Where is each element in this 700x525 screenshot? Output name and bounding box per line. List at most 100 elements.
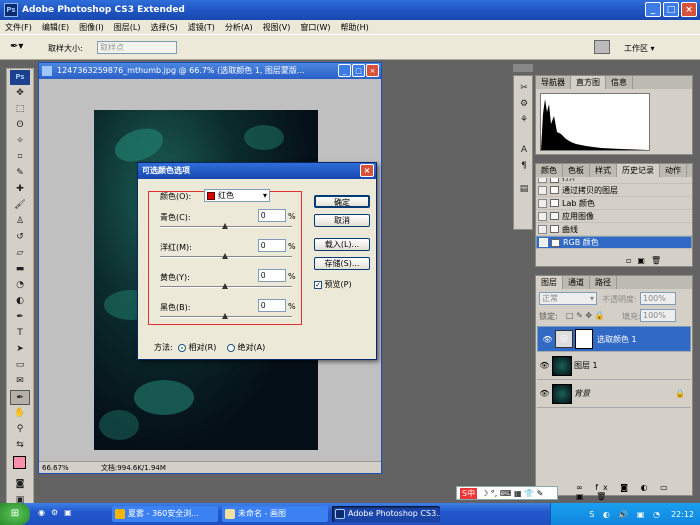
shape-tool-icon[interactable]: ▭ [10,358,30,373]
ok-button[interactable]: 确定 [314,195,370,208]
menu-image[interactable]: 图像(I) [74,22,109,33]
lasso-tool-icon[interactable]: ʘ [10,118,30,133]
history-item-selected[interactable]: RGB 颜色 [536,236,692,249]
doc-minimize-button[interactable]: _ [338,64,351,77]
menu-edit[interactable]: 编辑(E) [37,22,74,33]
menu-filter[interactable]: 滤镜(T) [183,22,220,33]
clock[interactable]: 22:12 [671,510,694,519]
palette-well-icon[interactable] [594,40,610,54]
layer-comps-icon[interactable]: ▤ [514,182,534,197]
black-slider-thumb[interactable] [222,313,228,319]
menu-layer[interactable]: 图层(L) [109,22,146,33]
cancel-button[interactable]: 取消 [314,214,370,227]
start-button[interactable]: ⊞ [0,503,30,525]
dodge-tool-icon[interactable]: ◐ [10,294,30,309]
doc-info[interactable]: 文档:994.6K/1.94M [101,464,166,472]
tab-histogram[interactable]: 直方图 [571,76,606,89]
cyan-input[interactable] [258,209,286,222]
task-photoshop[interactable]: Adobe Photoshop CS3... [332,506,440,522]
ime-toolbar[interactable]: S中 ☽ °, ⌨ ▦ 👕 ✎ [456,486,558,500]
doc-maximize-button[interactable]: □ [352,64,365,77]
color-select[interactable]: 红色 ▾ [204,189,270,202]
lock-icons[interactable]: □ ✎ ✥ 🔒 [566,311,605,320]
opacity-field[interactable]: 100% [640,292,676,305]
quick-launch-icons[interactable]: ◉⚙▣ [38,508,78,517]
gradient-tool-icon[interactable]: ▬ [10,262,30,277]
slice-tool-icon[interactable]: ✎ [10,166,30,181]
yellow-slider-thumb[interactable] [222,283,228,289]
tab-paths[interactable]: 路径 [590,276,617,289]
history-footer-icons[interactable]: ▫▣🗑 [626,256,667,265]
foreground-color-swatch[interactable] [10,456,30,476]
eyedropper-tool-icon[interactable]: ✒ [10,390,30,405]
history-item[interactable]: 曲线 [536,223,692,236]
tab-actions[interactable]: 动作 [660,164,687,177]
workspace-menu[interactable]: 工作区 ▾ [624,43,655,54]
zoom-tool-icon[interactable]: ⚲ [10,422,30,437]
preview-checkbox[interactable]: ✓ 预览(P) [314,279,352,290]
history-item[interactable]: Lab 颜色 [536,197,692,210]
move-tool-icon[interactable]: ✥ [10,86,30,101]
history-item[interactable]: 应用图像 [536,210,692,223]
close-button[interactable]: × [681,2,697,17]
task-browser[interactable]: 夏雾 - 360安全浏... [112,506,218,522]
minimize-button[interactable]: _ [645,2,661,17]
tab-layers[interactable]: 图层 [536,276,563,289]
magenta-input[interactable] [258,239,286,252]
maximize-button[interactable]: □ [663,2,679,17]
save-button[interactable]: 存储(S)... [314,257,370,270]
eyedropper-icon[interactable]: ✒▾ [10,41,23,52]
load-button[interactable]: 载入(L)... [314,238,370,251]
tab-color[interactable]: 颜色 [536,164,563,177]
layers-footer-icons[interactable]: ∞ fx ◙ ◐ ▭ ▣ 🗑 [576,483,692,501]
layer-mask-thumb[interactable] [575,329,593,349]
tab-info[interactable]: 信息 [606,76,633,89]
tab-channels[interactable]: 通道 [563,276,590,289]
history-brush-icon[interactable]: ↺ [10,230,30,245]
blend-mode-select[interactable]: 正常 ▾ [539,292,597,305]
marquee-tool-icon[interactable]: ⬚ [10,102,30,117]
blur-tool-icon[interactable]: ◔ [10,278,30,293]
task-paint[interactable]: 未命名 - 画图 [222,506,328,522]
clone-source-icon[interactable]: ⚘ [514,113,534,128]
document-title[interactable]: 1247363259876_mthumb.jpg @ 66.7% (选取颜色 1… [39,63,381,79]
absolute-radio[interactable]: 绝对(A) [227,342,265,353]
tray-icons[interactable]: S ◐ 🔊 ▣ ◔ [589,510,663,519]
yellow-input[interactable] [258,269,286,282]
tab-swatches[interactable]: 色板 [563,164,590,177]
type-tool-icon[interactable]: T [10,326,30,341]
visibility-eye-icon[interactable]: 👁 [537,389,552,398]
sample-size-select[interactable]: 取样点 [97,41,177,54]
tab-styles[interactable]: 样式 [590,164,617,177]
brush-tool-icon[interactable]: 🖌 [10,198,30,213]
tab-navigator[interactable]: 导航器 [536,76,571,89]
stamp-tool-icon[interactable]: ♙ [10,214,30,229]
brushes-icon[interactable]: ⚙ [514,97,534,112]
quick-mask-icon[interactable]: ◙ [10,477,30,492]
layer-row-background[interactable]: 👁 背景 🔒 [537,380,691,408]
dialog-close-button[interactable]: × [360,164,374,177]
paragraph-icon[interactable]: ¶ [514,159,534,174]
character-icon[interactable]: A [514,143,534,158]
black-input[interactable] [258,299,286,312]
history-item[interactable]: 通过拷贝的图层 [536,184,692,197]
zoom-level[interactable]: 66.67% [42,464,69,472]
menu-file[interactable]: 文件(F) [0,22,37,33]
relative-radio[interactable]: 相对(R) [178,342,216,353]
healing-tool-icon[interactable]: ✚ [10,182,30,197]
path-select-tool-icon[interactable]: ➤ [10,342,30,357]
layer-row-layer1[interactable]: 👁 图层 1 [537,352,691,380]
menu-help[interactable]: 帮助(H) [336,22,374,33]
swap-colors-icon[interactable]: ⇆ [10,438,30,453]
doc-close-button[interactable]: × [366,64,379,77]
menu-select[interactable]: 选择(S) [145,22,182,33]
hand-tool-icon[interactable]: ✋ [10,406,30,421]
crop-tool-icon[interactable]: ⌗ [10,150,30,165]
magic-wand-tool-icon[interactable]: ✧ [10,134,30,149]
menu-view[interactable]: 视图(V) [258,22,296,33]
tool-presets-icon[interactable]: ✂ [514,81,534,96]
menu-analysis[interactable]: 分析(A) [220,22,258,33]
layer-row-selective-color[interactable]: 👁 ◎ 选取颜色 1 [537,326,691,352]
magenta-slider-thumb[interactable] [222,253,228,259]
fill-field[interactable]: 100% [640,309,676,322]
